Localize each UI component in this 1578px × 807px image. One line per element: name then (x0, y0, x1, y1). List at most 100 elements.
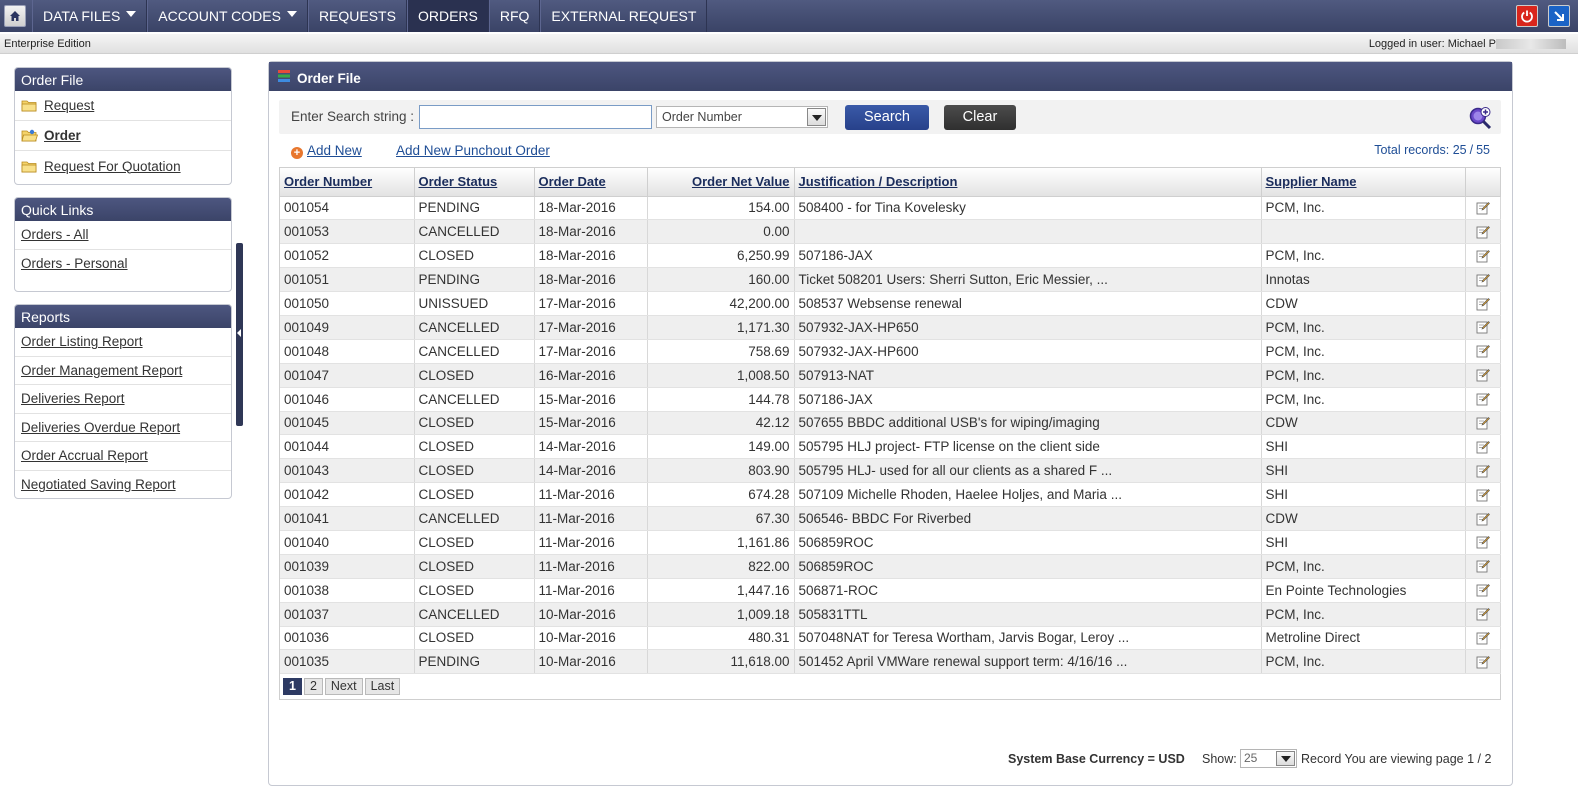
table-row[interactable]: 001053 CANCELLED 18-Mar-2016 0.00 (280, 219, 1501, 245)
add-new-link[interactable]: Add New (307, 143, 362, 158)
logged-in-user-text: Logged in user: Michael P (1368, 38, 1496, 50)
sidebar-item-label[interactable]: Order Listing Report (21, 334, 143, 349)
cell-order-net-value: 144.78 (647, 387, 795, 412)
sidebar-item-deliveries-overdue-report[interactable]: Deliveries Overdue Report (15, 414, 231, 442)
table-row[interactable]: 001039 CLOSED 11-Mar-2016 822.00 506859ROC PC… (280, 554, 1501, 579)
edit-icon[interactable] (1476, 320, 1490, 334)
table-row[interactable]: 001050 UNISSUED 17-Mar-2016 42,200.00 508537… (280, 291, 1501, 316)
sidebar-item-label[interactable]: Order Management Report (21, 363, 182, 378)
search-button[interactable]: Search (845, 105, 929, 130)
sidebar-collapse-handle[interactable] (236, 243, 243, 426)
sidebar-item-label[interactable]: Orders - Personal (21, 256, 128, 271)
edit-icon[interactable] (1476, 416, 1490, 430)
sidebar-item-negotiated-saving-report[interactable]: Negotiated Saving Report (15, 471, 231, 499)
table-row[interactable]: 001052 CLOSED 18-Mar-2016 6,250.99 507186-JA… (280, 243, 1501, 269)
pop-out-button[interactable] (1548, 5, 1570, 27)
nav-item-orders[interactable]: ORDERS (406, 0, 489, 32)
edit-icon[interactable] (1476, 559, 1490, 573)
table-row[interactable]: 001043 CLOSED 14-Mar-2016 803.90 505795 HLJ-… (280, 458, 1501, 484)
cell-supplier-name: CDW (1261, 291, 1466, 316)
sidebar-item-order-management-report[interactable]: Order Management Report (15, 357, 231, 385)
nav-item-data-files[interactable]: DATA FILES (32, 0, 148, 32)
edit-icon[interactable] (1476, 273, 1490, 287)
advanced-search-icon[interactable] (1467, 105, 1493, 131)
edit-icon[interactable] (1476, 631, 1490, 645)
page-size-select[interactable]: 25 (1240, 749, 1297, 768)
edit-icon[interactable] (1476, 392, 1490, 406)
table-row[interactable]: 001041 CANCELLED 11-Mar-2016 67.30 506546- B… (280, 506, 1501, 531)
sidebar-item-orders-all[interactable]: Orders - All (15, 221, 231, 250)
sidebar-item-label[interactable]: Request (44, 98, 94, 113)
table-row[interactable]: 001047 CLOSED 16-Mar-2016 1,008.50 507913-NA… (280, 363, 1501, 388)
edit-icon[interactable] (1476, 464, 1490, 478)
search-field-select[interactable]: Order Number (656, 106, 828, 128)
edit-icon[interactable] (1476, 607, 1490, 621)
table-row[interactable]: 001045 CLOSED 15-Mar-2016 42.12 507655 BBDC … (280, 411, 1501, 436)
nav-item-requests[interactable]: REQUESTS (307, 0, 407, 32)
table-row[interactable]: 001042 CLOSED 11-Mar-2016 674.28 507109 Mich… (280, 482, 1501, 508)
search-input[interactable] (419, 105, 652, 129)
sidebar-item-label[interactable]: Order (44, 128, 81, 143)
table-row[interactable]: 001044 CLOSED 14-Mar-2016 149.00 505795 HLJ … (280, 434, 1501, 460)
table-row[interactable]: 001037 CANCELLED 10-Mar-2016 1,009.18 505831… (280, 602, 1501, 627)
edit-icon[interactable] (1476, 344, 1490, 358)
sidebar-item-label[interactable]: Orders - All (21, 227, 89, 242)
edit-icon[interactable] (1476, 655, 1490, 669)
sidebar-item-request-for-quotation[interactable]: Request For Quotation (15, 151, 231, 181)
table-row[interactable]: 001040 CLOSED 11-Mar-2016 1,161.86 506859ROC… (280, 530, 1501, 555)
sidebar-item-label[interactable]: Deliveries Report (21, 391, 125, 406)
table-row[interactable]: 001038 CLOSED 11-Mar-2016 1,447.16 506871-RO… (280, 578, 1501, 603)
edit-icon[interactable] (1476, 297, 1490, 311)
nav-item-external-request[interactable]: EXTERNAL REQUEST (540, 0, 708, 32)
sidebar-item-request[interactable]: Request (15, 91, 231, 121)
table-row[interactable]: 001035 PENDING 10-Mar-2016 11,618.00 501452 … (280, 649, 1501, 675)
clear-button[interactable]: Clear (944, 105, 1016, 130)
edit-icon[interactable] (1476, 225, 1490, 239)
sidebar-item-label[interactable]: Request For Quotation (44, 159, 181, 174)
nav-item-account-codes[interactable]: ACCOUNT CODES (147, 0, 308, 32)
edit-icon[interactable] (1476, 583, 1490, 597)
sort-justification[interactable]: Justification / Description (799, 174, 958, 189)
total-records-label: Total records: (1374, 143, 1450, 157)
table-row[interactable]: 001046 CANCELLED 15-Mar-2016 144.78 507186-J… (280, 387, 1501, 412)
edit-icon[interactable] (1476, 201, 1490, 215)
edit-icon[interactable] (1476, 249, 1490, 263)
table-row[interactable]: 001048 CANCELLED 17-Mar-2016 758.69 507932-J… (280, 339, 1501, 364)
add-punchout-link[interactable]: Add New Punchout Order (396, 143, 550, 158)
sort-order-date[interactable]: Order Date (539, 174, 606, 189)
sidebar-item-orders-personal[interactable]: Orders - Personal (15, 250, 231, 279)
sidebar-item-deliveries-report[interactable]: Deliveries Report (15, 385, 231, 414)
edit-icon[interactable] (1476, 488, 1490, 502)
logout-button[interactable] (1516, 5, 1538, 27)
table-row[interactable]: 001049 CANCELLED 17-Mar-2016 1,171.30 507932… (280, 315, 1501, 340)
sort-supplier-name[interactable]: Supplier Name (1266, 174, 1357, 189)
sort-order-net-value[interactable]: Order Net Value (692, 174, 790, 189)
sidebar-item-label[interactable]: Order Accrual Report (21, 448, 148, 463)
page-button-next[interactable]: Next (324, 678, 363, 696)
sidebar-item-label[interactable]: Deliveries Overdue Report (21, 420, 180, 435)
chevron-down-icon[interactable] (807, 108, 826, 126)
sidebar-item-order-accrual-report[interactable]: Order Accrual Report (15, 442, 231, 471)
sort-order-number[interactable]: Order Number (284, 174, 372, 189)
home-button[interactable] (4, 5, 26, 27)
nav-item-rfq[interactable]: RFQ (488, 0, 541, 32)
sidebar-item-order[interactable]: Order (15, 121, 231, 151)
sidebar-item-label[interactable]: Negotiated Saving Report (21, 477, 176, 492)
sidebar-item-order-listing-report[interactable]: Order Listing Report (15, 328, 231, 357)
page-button-2[interactable]: 2 (303, 678, 323, 696)
cell-order-status: CLOSED (414, 554, 535, 579)
edit-icon[interactable] (1476, 440, 1490, 454)
edit-icon[interactable] (1476, 368, 1490, 382)
edit-icon[interactable] (1476, 512, 1490, 526)
order-file-panel-title: Order File (15, 68, 231, 91)
table-row[interactable]: 001054 PENDING 18-Mar-2016 154.00 508400 - f… (280, 196, 1501, 221)
edit-icon[interactable] (1476, 535, 1490, 549)
page-button-1[interactable]: 1 (283, 678, 302, 696)
chevron-down-icon[interactable] (1276, 751, 1295, 766)
table-row[interactable]: 001051 PENDING 18-Mar-2016 160.00 Ticket 508… (280, 267, 1501, 293)
table-row[interactable]: 001036 CLOSED 10-Mar-2016 480.31 507048NAT f… (280, 626, 1501, 651)
cell-order-net-value: 160.00 (647, 267, 795, 293)
page-button-last[interactable]: Last (364, 678, 401, 696)
sort-order-status[interactable]: Order Status (419, 174, 498, 189)
cell-order-date: 16-Mar-2016 (534, 363, 648, 388)
